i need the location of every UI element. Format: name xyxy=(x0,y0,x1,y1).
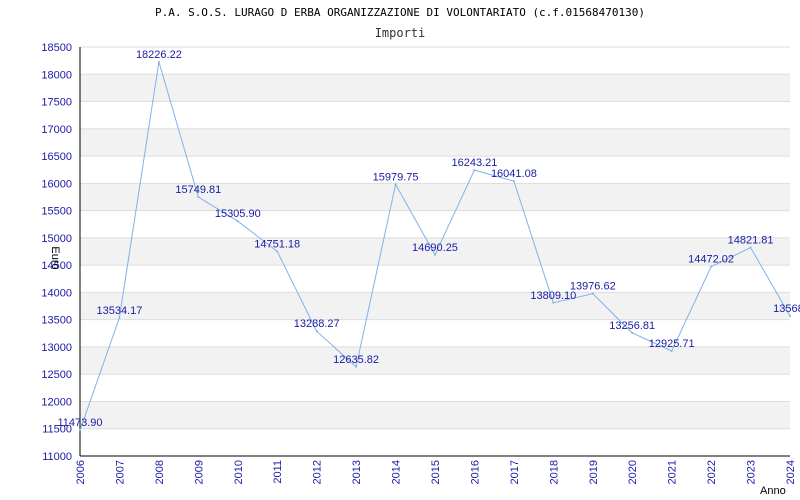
data-label: 13568. xyxy=(773,303,800,315)
x-tick-label: 2018 xyxy=(548,460,560,484)
data-point xyxy=(355,365,358,368)
data-label: 14690.25 xyxy=(412,242,458,254)
data-point xyxy=(157,60,160,63)
y-tick-label: 13000 xyxy=(41,342,72,354)
data-point xyxy=(710,265,713,268)
y-tick-label: 18000 xyxy=(41,69,72,81)
data-label: 13288.27 xyxy=(294,318,340,330)
data-point xyxy=(591,292,594,295)
x-tick-label: 2015 xyxy=(430,460,442,484)
y-axis-label: Euro xyxy=(49,246,61,269)
y-tick-label: 11000 xyxy=(42,451,72,463)
x-tick-label: 2014 xyxy=(391,460,403,484)
x-tick-label: 2021 xyxy=(667,460,679,484)
data-label: 16041.08 xyxy=(491,168,537,180)
data-point xyxy=(276,250,279,253)
data-point xyxy=(394,183,397,186)
chart-subtitle: Importi xyxy=(375,26,426,40)
data-point xyxy=(434,253,436,256)
y-tick-label: 12500 xyxy=(41,369,72,381)
data-point xyxy=(79,429,81,432)
y-tick-label: 15500 xyxy=(41,206,72,218)
data-point xyxy=(512,180,515,183)
grid-band xyxy=(80,292,790,320)
data-label: 14472.02 xyxy=(688,254,734,266)
x-tick-label: 2013 xyxy=(351,460,363,484)
x-tick-label: 2016 xyxy=(469,460,481,484)
data-point xyxy=(315,330,318,333)
data-point xyxy=(552,301,555,304)
y-tick-label: 15000 xyxy=(41,233,72,245)
data-point xyxy=(670,349,673,352)
x-tick-label: 2009 xyxy=(193,460,205,484)
data-point xyxy=(749,246,752,249)
data-point xyxy=(236,220,239,223)
data-label: 11473.90 xyxy=(57,417,102,429)
data-label: 14751.18 xyxy=(254,238,300,250)
y-tick-label: 12000 xyxy=(41,396,72,408)
x-tick-label: 2010 xyxy=(233,460,245,484)
grid-band xyxy=(80,128,790,157)
line-chart: 1100011500120001250013000135001400014500… xyxy=(41,6,800,497)
y-tick-label: 17500 xyxy=(41,97,72,109)
y-tick-label: 13500 xyxy=(41,315,72,327)
x-tick-label: 2019 xyxy=(588,460,600,484)
data-point xyxy=(197,195,200,198)
x-tick-label: 2012 xyxy=(312,460,324,484)
data-label: 18226.22 xyxy=(136,49,182,61)
data-label: 12925.71 xyxy=(649,338,695,350)
x-tick-label: 2007 xyxy=(114,460,126,484)
y-tick-label: 14000 xyxy=(41,287,72,299)
x-tick-label: 2023 xyxy=(746,460,758,484)
data-point xyxy=(789,314,791,317)
data-label: 12635.82 xyxy=(333,354,379,366)
x-tick-label: 2020 xyxy=(627,460,639,484)
data-point xyxy=(473,169,476,172)
data-label: 13534.17 xyxy=(96,305,142,317)
data-label: 15979.75 xyxy=(373,171,419,183)
grid-band xyxy=(80,74,790,102)
grid-band xyxy=(80,346,790,375)
data-label: 15305.90 xyxy=(215,208,261,220)
x-tick-label: 2017 xyxy=(509,460,521,484)
y-tick-label: 17000 xyxy=(41,124,72,136)
x-tick-label: 2024 xyxy=(785,460,797,484)
data-label: 15749.81 xyxy=(175,184,221,196)
y-tick-label: 16000 xyxy=(41,178,72,190)
data-label: 13976.62 xyxy=(570,281,616,293)
x-tick-label: 2011 xyxy=(272,460,284,484)
grid-band xyxy=(80,401,790,429)
x-tick-label: 2006 xyxy=(75,460,87,484)
chart-title: P.A. S.O.S. LURAGO D ERBA ORGANIZZAZIONE… xyxy=(155,6,645,19)
x-tick-label: 2022 xyxy=(706,460,718,484)
data-point xyxy=(631,331,634,334)
y-tick-label: 16500 xyxy=(41,151,72,163)
data-point xyxy=(118,316,121,319)
x-tick-label: 2008 xyxy=(154,460,166,484)
data-label: 13256.81 xyxy=(609,320,655,332)
x-axis-label: Anno xyxy=(760,485,786,497)
x-tick-labels: 2006 2007 2008 2009 2010 2011 2012 2013 2014 2015… xyxy=(75,460,797,484)
y-tick-label: 18500 xyxy=(41,42,72,54)
data-label: 14821.81 xyxy=(728,235,774,247)
